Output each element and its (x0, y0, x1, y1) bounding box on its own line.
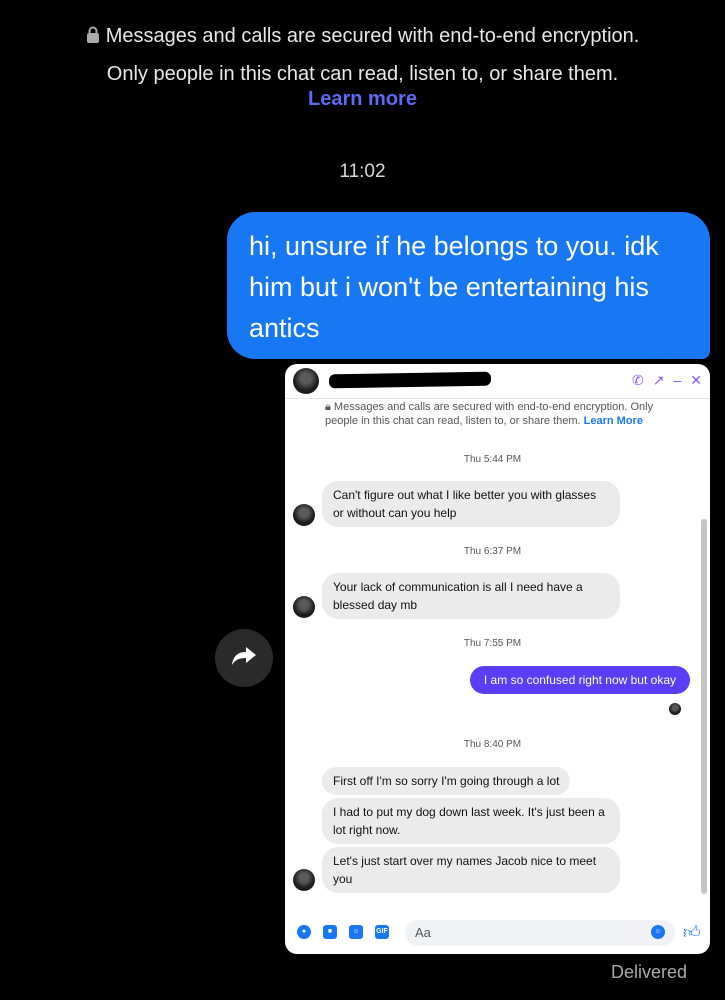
screenshot-chat-header: ✆ ↗ – ✕ (285, 364, 710, 399)
screenshot-time-2: Thu 6:37 PM (463, 546, 522, 557)
avatar (293, 596, 315, 618)
avatar (293, 869, 315, 891)
screenshot-learn-more: Learn More (583, 415, 643, 427)
redacted-name (328, 371, 492, 389)
forward-arrow-icon (230, 645, 258, 672)
encryption-notice: Messages and calls are secured with end-… (0, 18, 725, 92)
screenshot-composer: ● ■ ☺ GIF Aa ☺ 👍︎ (285, 912, 710, 954)
screenshot-outgoing-message: I am so confused right now but okay (469, 666, 690, 694)
header-icons: ✆ ↗ – ✕ (632, 372, 702, 389)
learn-more-link[interactable]: Learn more (0, 88, 725, 111)
phone-icon: ✆ (632, 372, 644, 388)
lock-icon (86, 20, 100, 56)
encryption-line-1: Messages and calls are secured with end-… (105, 25, 640, 47)
photo-icon: ■ (323, 925, 337, 939)
screenshot-incoming-message: Let's just start over my names Jacob nic… (322, 847, 620, 893)
screenshot-incoming-message: First off I'm so sorry I'm going through… (322, 767, 571, 795)
sticker-icon: ☺ (349, 925, 363, 939)
microphone-icon: ● (297, 925, 311, 939)
screenshot-time-4: Thu 8:40 PM (463, 739, 522, 750)
minimize-arrows-icon: ↗ (652, 372, 665, 388)
screenshot-encryption-notice: 🔒︎ Messages and calls are secured with e… (325, 401, 654, 427)
scrollbar (701, 519, 707, 894)
avatar (293, 504, 315, 526)
minimize-icon: – (673, 372, 682, 388)
gif-icon: GIF (375, 925, 389, 939)
delivered-status: Delivered (610, 962, 687, 982)
emoji-icon: ☺ (651, 925, 665, 939)
screenshot-time-3: Thu 7:55 PM (463, 638, 522, 649)
screenshot-incoming-message: I had to put my dog down last week. It's… (322, 798, 620, 844)
attached-screenshot[interactable]: ✆ ↗ – ✕ 🔒︎ Messages and calls are secure… (285, 364, 710, 954)
message-timestamp: 11:02 (339, 161, 386, 182)
thumbs-up-icon: 👍︎ (683, 923, 701, 942)
message-input: Aa (405, 920, 675, 946)
screenshot-incoming-message: Can't figure out what I like better you … (322, 481, 620, 527)
sent-message-bubble[interactable]: hi, unsure if he belongs to you. idk him… (227, 212, 710, 359)
encryption-line-2: Only people in this chat can read, liste… (106, 63, 619, 85)
screenshot-time-1: Thu 5:44 PM (463, 454, 522, 465)
avatar (293, 368, 319, 394)
screenshot-incoming-message: Your lack of communication is all I need… (322, 573, 620, 619)
share-forward-button[interactable] (215, 629, 273, 687)
read-receipt-avatar (669, 703, 681, 715)
close-icon: ✕ (690, 372, 702, 388)
